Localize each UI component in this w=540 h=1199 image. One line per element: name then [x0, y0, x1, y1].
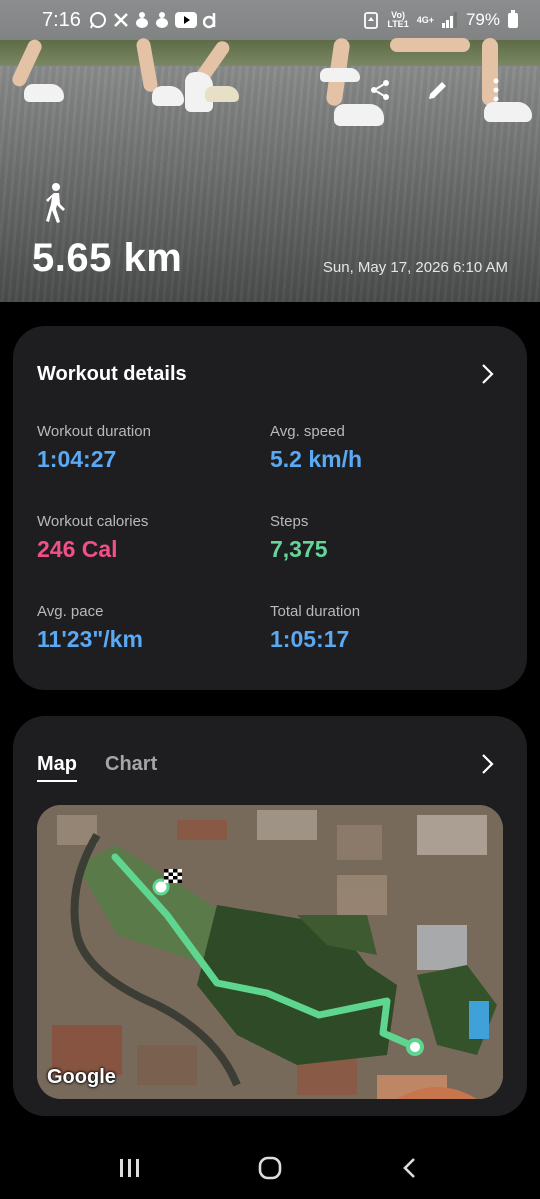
metric-total-duration: Total duration 1:05:17: [270, 603, 490, 653]
battery-saver-icon: [364, 12, 379, 29]
workout-details-title: Workout details: [37, 363, 187, 385]
workout-date: Sun, May 17, 2026 6:10 AM: [322, 259, 508, 276]
home-icon: [258, 1156, 282, 1179]
metric-value: 11'23"/km: [37, 626, 143, 652]
recent-apps-icon: [120, 1158, 139, 1177]
hero-banner: 5.65 km Sun, May 17, 2026 6:10 AM: [0, 0, 540, 302]
map-chart-tabs: Map Chart: [37, 753, 157, 782]
network-label: Vo) LTE1: [387, 11, 408, 29]
home-button[interactable]: [250, 1148, 290, 1188]
metric-value: 7,375: [270, 536, 328, 562]
d-app-icon: [202, 13, 216, 29]
chevron-right-icon[interactable]: [475, 362, 499, 386]
battery-icon: [508, 9, 518, 28]
runner-shoe: [24, 84, 64, 102]
metric-label: Workout calories: [37, 513, 149, 530]
runner-shoe: [320, 68, 360, 82]
satellite-map: [37, 805, 503, 1099]
metric-steps: Steps 7,375: [270, 513, 490, 563]
metric-value: 1:04:27: [37, 446, 117, 472]
edit-icon[interactable]: [424, 76, 452, 104]
map-card: Map Chart Google: [13, 716, 527, 1116]
metric-avg-pace: Avg. pace 11'23"/km: [37, 603, 257, 653]
metric-avg-speed: Avg. speed 5.2 km/h: [270, 423, 490, 473]
google-attribution: Google: [47, 1066, 116, 1088]
workout-details-card: Workout details Workout duration 1:04:27…: [13, 326, 527, 690]
recent-apps-button[interactable]: [110, 1148, 150, 1188]
metric-label: Steps: [270, 513, 309, 530]
walk-icon: [46, 183, 65, 223]
metric-value: 5.2 km/h: [270, 446, 363, 472]
runner-leg: [390, 38, 470, 52]
status-right: Vo) LTE1 4G+ 79%: [363, 9, 518, 30]
runner-shoe: [484, 102, 532, 122]
youtube-icon: [174, 12, 197, 28]
route-map[interactable]: Google: [37, 805, 503, 1099]
status-bar: 7:16 Vo) LTE1 4G+ 79%: [0, 0, 540, 40]
runner-shoe: [334, 104, 384, 126]
back-button[interactable]: [390, 1148, 430, 1188]
metric-value: 246 Cal: [37, 536, 118, 562]
more-options-icon[interactable]: [482, 76, 510, 104]
notification-icons: [89, 11, 217, 29]
app-notification-icon: [135, 12, 148, 28]
metric-workout-duration: Workout duration 1:04:27: [37, 423, 257, 473]
signal-icon: [441, 12, 457, 28]
app-notification-icon: [155, 12, 168, 28]
network-lte: LTE1: [387, 19, 409, 29]
metric-label: Total duration: [270, 603, 361, 620]
metric-value: 1:05:17: [270, 626, 350, 652]
tab-map[interactable]: Map: [37, 753, 77, 782]
share-icon[interactable]: [366, 76, 394, 104]
network-type: 4G+: [416, 14, 434, 25]
distance-value: 5.65 km: [32, 236, 183, 280]
system-nav-bar: [0, 1136, 540, 1199]
whatsapp-icon: [89, 12, 106, 29]
tab-chart[interactable]: Chart: [105, 753, 157, 782]
end-marker: [406, 1038, 424, 1056]
metric-label: Avg. pace: [37, 603, 104, 620]
hero-actions: [366, 76, 510, 104]
x-icon: [114, 13, 128, 27]
metric-label: Workout duration: [37, 423, 151, 440]
chevron-right-icon[interactable]: [475, 752, 499, 776]
battery-percent: 79%: [465, 10, 500, 29]
back-icon: [403, 1157, 415, 1178]
runner-shoe: [205, 86, 239, 102]
runner-shoe: [152, 86, 184, 106]
status-time: 7:16: [42, 8, 81, 31]
metric-workout-calories: Workout calories 246 Cal: [37, 513, 257, 563]
metric-label: Avg. speed: [270, 423, 345, 440]
